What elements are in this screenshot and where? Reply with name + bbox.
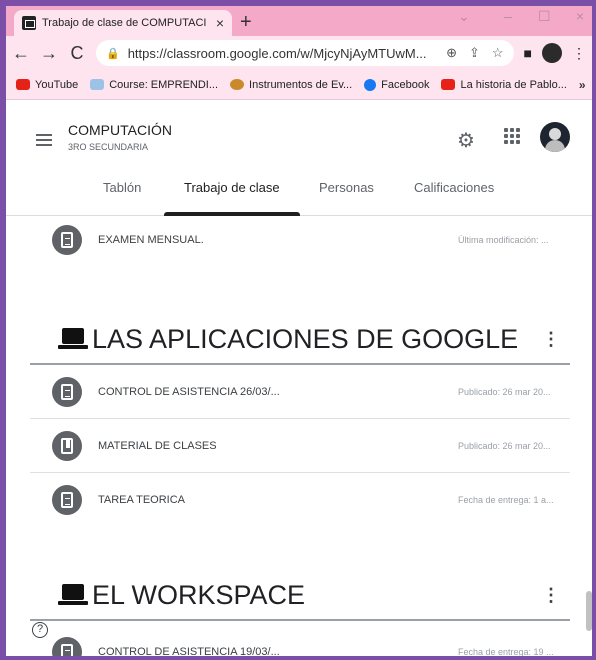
tab-calificaciones[interactable]: Calificaciones (414, 180, 494, 195)
topic-menu-icon[interactable]: ⋮ (542, 585, 560, 606)
item-title: CONTROL DE ASISTENCIA 26/03/... (98, 385, 280, 398)
url-text[interactable]: https://classroom.google.com/w/MjcyNjAyM… (128, 46, 438, 61)
tab-title: Trabajo de clase de COMPUTACI (42, 17, 207, 29)
help-icon[interactable]: ? (32, 622, 48, 638)
bookmarks-bar: YouTube Course: EMPRENDI... Instrumentos… (6, 70, 592, 100)
forward-button[interactable]: → (40, 43, 58, 64)
assignment-icon (52, 376, 82, 407)
item-title: CONTROL DE ASISTENCIA 19/03/... (98, 646, 280, 656)
bookmarks-more-button[interactable]: » (579, 78, 586, 92)
back-button[interactable]: ← (12, 43, 30, 64)
list-item[interactable]: TAREA TEORICA Fecha de entrega: 1 a... (30, 473, 570, 527)
topic-header: LAS APLICACIONES DE GOOGLE ⋮ (30, 315, 570, 365)
assignment-icon (52, 225, 82, 255)
youtube-icon (441, 79, 456, 90)
list-item[interactable]: EXAMEN MENSUAL. Última modificación: ... (30, 213, 570, 267)
tab-trabajo-de-clase[interactable]: Trabajo de clase (184, 180, 280, 195)
list-item[interactable]: CONTROL DE ASISTENCIA 26/03/... Publicad… (30, 365, 570, 419)
classroom-tabs: Tablón Trabajo de clase Personas Calific… (6, 164, 592, 216)
browser-toolbar: ← → C 🔒 https://classroom.google.com/w/M… (6, 36, 592, 70)
classroom-header: COMPUTACIÓN 3RO SECUNDARIA ⚙ (6, 100, 592, 164)
instrumentos-icon (230, 79, 245, 90)
google-apps-icon[interactable] (504, 128, 520, 144)
bookmark-historia[interactable]: La historia de Pablo... (441, 79, 567, 91)
close-window-button[interactable]: × (576, 8, 584, 24)
bookmark-star-icon[interactable]: ☆ (492, 45, 504, 61)
class-name[interactable]: COMPUTACIÓN (68, 122, 172, 138)
tab-tablon[interactable]: Tablón (103, 180, 141, 195)
tab-strip: Trabajo de clase de COMPUTACI × + ⌄ – ☐ … (6, 6, 592, 36)
class-section: 3RO SECUNDARIA (68, 142, 149, 152)
tab-close-icon[interactable]: × (216, 15, 224, 31)
browser-tab[interactable]: Trabajo de clase de COMPUTACI × (14, 10, 232, 36)
item-meta: Publicado: 26 mar 20... (458, 440, 551, 451)
new-tab-button[interactable]: + (240, 11, 252, 34)
browser-window: Trabajo de clase de COMPUTACI × + ⌄ – ☐ … (6, 6, 592, 656)
scrollbar-thumb[interactable] (586, 591, 592, 631)
bookmark-youtube[interactable]: YouTube (16, 79, 78, 91)
lock-icon[interactable]: 🔒 (106, 47, 120, 60)
classroom-favicon-icon (22, 16, 36, 30)
material-icon (52, 430, 82, 461)
classwork-list: EXAMEN MENSUAL. Última modificación: ...… (6, 217, 592, 656)
item-title: TAREA TEORICA (98, 494, 186, 506)
youtube-icon (16, 79, 30, 90)
item-meta: Fecha de entrega: 19 ... (458, 647, 554, 656)
course-icon (90, 79, 105, 90)
bookmark-facebook[interactable]: Facebook (364, 78, 429, 91)
profile-avatar[interactable] (542, 43, 562, 63)
address-bar[interactable]: 🔒 https://classroom.google.com/w/MjcyNjA… (96, 40, 514, 66)
topic-title: EL WORKSPACE (92, 579, 306, 610)
item-meta: Última modificación: ... (458, 235, 549, 245)
reload-button[interactable]: C (68, 43, 86, 64)
tab-search-icon[interactable]: ⌄ (458, 8, 470, 25)
browser-menu-icon[interactable]: ⋮ (572, 45, 586, 62)
list-item[interactable]: MATERIAL DE CLASES Publicado: 26 mar 20.… (30, 419, 570, 473)
laptop-icon (58, 328, 88, 350)
topic-menu-icon[interactable]: ⋮ (542, 329, 560, 350)
bookmark-course[interactable]: Course: EMPRENDI... (90, 79, 218, 91)
facebook-icon (364, 78, 377, 91)
item-meta: Publicado: 26 mar 20... (458, 386, 551, 397)
list-item[interactable]: CONTROL DE ASISTENCIA 19/03/... Fecha de… (30, 625, 570, 656)
tab-personas[interactable]: Personas (319, 180, 374, 195)
assignment-icon (52, 485, 82, 515)
bookmark-instrumentos[interactable]: Instrumentos de Ev... (230, 79, 352, 91)
maximize-button[interactable]: ☐ (538, 8, 551, 25)
google-lens-icon[interactable]: ⊕ (446, 45, 457, 61)
account-avatar[interactable] (540, 122, 570, 152)
assignment-icon (52, 637, 82, 656)
share-icon[interactable]: ⇪ (469, 45, 480, 61)
item-title: EXAMEN MENSUAL. (98, 234, 204, 246)
item-meta: Fecha de entrega: 1 a... (458, 495, 554, 505)
minimize-button[interactable]: – (504, 8, 512, 24)
item-title: MATERIAL DE CLASES (98, 439, 217, 452)
laptop-icon (58, 584, 88, 606)
main-menu-icon[interactable] (36, 134, 52, 149)
topic-title: LAS APLICACIONES DE GOOGLE (92, 323, 519, 354)
topic-header: EL WORKSPACE ⋮ (30, 571, 570, 621)
settings-gear-icon[interactable]: ⚙ (457, 128, 475, 153)
sidebar-icon[interactable]: ■ (524, 45, 532, 61)
